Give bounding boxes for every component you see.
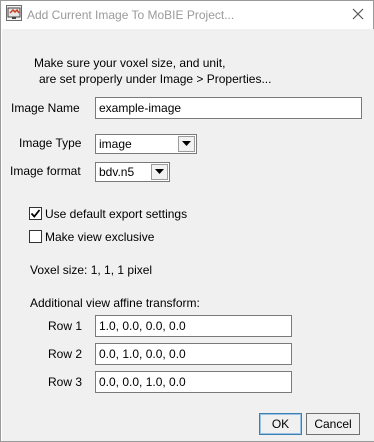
title-bar[interactable]: Add Current Image To MoBIE Project... (1, 1, 373, 29)
image-format-select[interactable]: bdv.n5 (95, 162, 170, 182)
cancel-button[interactable]: Cancel (306, 413, 360, 435)
make-view-exclusive-checkbox[interactable] (29, 230, 42, 243)
close-button[interactable] (345, 3, 371, 25)
make-view-exclusive-label[interactable]: Make view exclusive (45, 230, 154, 244)
close-icon (352, 8, 364, 20)
affine-heading: Additional view affine transform: (30, 296, 200, 310)
dialog-window: Add Current Image To MoBIE Project... Ma… (0, 0, 374, 442)
row-1-input[interactable] (95, 315, 292, 337)
image-type-select[interactable]: image (95, 134, 197, 154)
row-3-label: Row 3 (48, 375, 83, 389)
checkmark-icon (30, 209, 41, 218)
instruction-line-1: Make sure your voxel size, and unit, (34, 56, 226, 70)
use-default-export-checkbox[interactable] (29, 207, 42, 220)
image-format-label: Image format (10, 164, 81, 178)
row-1-label: Row 1 (48, 319, 83, 333)
chevron-down-icon[interactable] (151, 164, 168, 180)
image-name-label: Image Name (11, 101, 80, 115)
instruction-line-2: are set properly under Image > Propertie… (39, 72, 272, 86)
row-2-label: Row 2 (48, 347, 83, 361)
voxel-size-text: Voxel size: 1, 1, 1 pixel (30, 263, 153, 277)
image-format-value: bdv.n5 (99, 165, 135, 179)
row-3-input[interactable] (95, 371, 292, 393)
dialog-content: Make sure your voxel size, and unit, are… (2, 29, 374, 441)
row-2-input[interactable] (95, 343, 292, 365)
image-name-input[interactable] (95, 97, 362, 119)
image-type-label: Image Type (19, 136, 82, 150)
use-default-export-label[interactable]: Use default export settings (45, 207, 187, 221)
ok-button[interactable]: OK (259, 413, 302, 435)
imagej-icon (6, 5, 22, 21)
dialog-title: Add Current Image To MoBIE Project... (27, 8, 235, 22)
image-type-value: image (99, 137, 132, 151)
chevron-down-icon[interactable] (178, 136, 195, 152)
